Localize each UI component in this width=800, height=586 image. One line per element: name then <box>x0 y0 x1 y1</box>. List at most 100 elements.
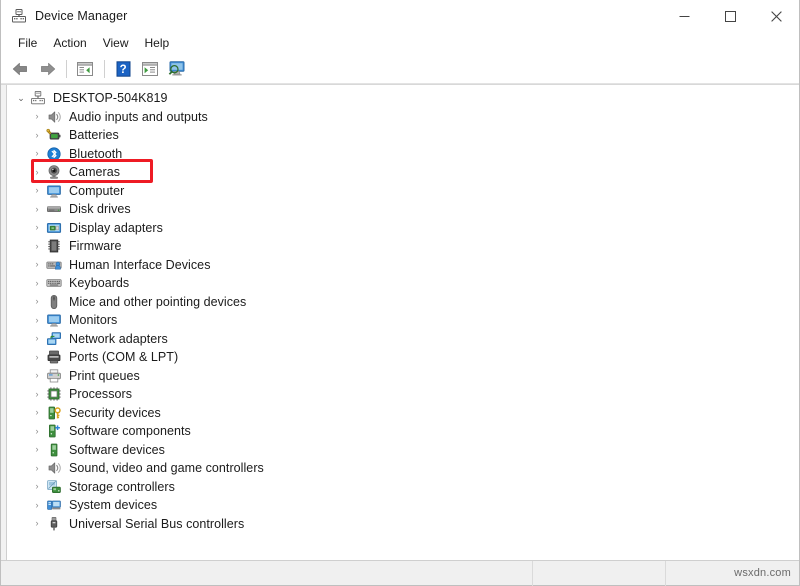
menu-file[interactable]: File <box>10 34 45 52</box>
monitor-icon <box>46 183 62 199</box>
chevron-right-icon[interactable]: › <box>29 164 45 180</box>
usb-icon <box>46 516 62 532</box>
chevron-right-icon[interactable]: › <box>29 238 45 254</box>
tree-item-print-queues[interactable]: › Print queues <box>7 367 799 386</box>
tree-item-bluetooth[interactable]: › Bluetooth <box>7 145 799 164</box>
menu-help[interactable]: Help <box>137 34 178 52</box>
tree-item-sound-video-and-game-controllers[interactable]: › Sound, video and game controllers <box>7 459 799 478</box>
chevron-right-icon[interactable]: › <box>29 201 45 217</box>
device-manager-icon <box>11 8 27 24</box>
help-question-icon: ? <box>116 61 131 77</box>
computer-root-icon <box>30 90 46 106</box>
status-pane-message <box>1 561 532 586</box>
network-adapter-icon <box>46 331 62 347</box>
maximize-button[interactable] <box>707 0 753 32</box>
tree-item-disk-drives[interactable]: › Disk drives <box>7 200 799 219</box>
chevron-right-icon[interactable]: › <box>29 386 45 402</box>
processor-icon <box>46 386 62 402</box>
chevron-right-icon[interactable]: › <box>29 275 45 291</box>
tree-item-label: Sound, video and game controllers <box>69 461 264 475</box>
forward-arrow-icon <box>39 62 56 76</box>
chevron-right-icon[interactable]: › <box>29 294 45 310</box>
hid-keyboard-icon <box>46 257 62 273</box>
chevron-right-icon[interactable]: › <box>29 442 45 458</box>
chevron-right-icon[interactable]: › <box>29 220 45 236</box>
software-component-icon <box>46 423 62 439</box>
tree-item-display-adapters[interactable]: › Display adapters <box>7 219 799 238</box>
content-area: ⌄ DESKTOP-504K819 <box>1 84 799 560</box>
scan-hardware-changes-button[interactable] <box>164 57 190 81</box>
chevron-right-icon[interactable]: › <box>29 460 45 476</box>
chevron-down-icon[interactable]: ⌄ <box>13 90 29 106</box>
firmware-chip-icon <box>46 238 62 254</box>
tree-item-label: Bluetooth <box>69 147 122 161</box>
tree-item-network-adapters[interactable]: › Network adapters <box>7 330 799 349</box>
tree-item-monitors[interactable]: › Monitors <box>7 311 799 330</box>
tree-item-label: Monitors <box>69 313 117 327</box>
chevron-right-icon[interactable]: › <box>29 405 45 421</box>
help-button[interactable]: ? <box>110 57 136 81</box>
tree-item-firmware[interactable]: › Firmware <box>7 237 799 256</box>
tree-item-security-devices[interactable]: › Security devices <box>7 404 799 423</box>
caption-button-group <box>661 0 799 32</box>
update-driver-button[interactable] <box>137 57 163 81</box>
tree-item-label: Network adapters <box>69 332 168 346</box>
tree-item-label: Universal Serial Bus controllers <box>69 517 244 531</box>
chevron-right-icon[interactable]: › <box>29 331 45 347</box>
tree-item-batteries[interactable]: › Batteries <box>7 126 799 145</box>
tree-item-mice-and-other-pointing-devices[interactable]: › Mice and other pointing devices <box>7 293 799 312</box>
chevron-right-icon[interactable]: › <box>29 497 45 513</box>
security-device-icon <box>46 405 62 421</box>
tree-item-ports[interactable]: › Ports (COM & LPT) <box>7 348 799 367</box>
chevron-right-icon[interactable]: › <box>29 349 45 365</box>
update-driver-icon <box>141 61 159 77</box>
tree-item-label: Print queues <box>69 369 140 383</box>
device-manager-window: Device Manager <box>0 0 800 586</box>
properties-button[interactable] <box>72 57 98 81</box>
forward-button[interactable] <box>34 57 60 81</box>
chevron-right-icon[interactable]: › <box>29 257 45 273</box>
toolbar-separator-2 <box>104 60 105 78</box>
speaker-icon <box>46 460 62 476</box>
chevron-right-icon[interactable]: › <box>29 146 45 162</box>
tree-item-label: Processors <box>69 387 132 401</box>
close-icon <box>771 11 782 22</box>
tree-item-universal-serial-bus-controllers[interactable]: › Universal Serial Bus controllers <box>7 515 799 534</box>
chevron-right-icon[interactable]: › <box>29 479 45 495</box>
tree-item-human-interface-devices[interactable]: › Human Interface Devices <box>7 256 799 275</box>
tree-item-keyboards[interactable]: › <box>7 274 799 293</box>
tree-item-storage-controllers[interactable]: › Storage controllers <box>7 478 799 497</box>
chevron-right-icon[interactable]: › <box>29 109 45 125</box>
status-pane-secondary <box>532 561 665 586</box>
tree-item-label: Mice and other pointing devices <box>69 295 246 309</box>
tree-item-root[interactable]: ⌄ DESKTOP-504K819 <box>7 89 799 108</box>
properties-icon <box>76 61 94 77</box>
chevron-right-icon[interactable]: › <box>29 127 45 143</box>
minimize-icon <box>679 11 690 22</box>
close-button[interactable] <box>753 0 799 32</box>
menu-view[interactable]: View <box>95 34 137 52</box>
chevron-right-icon[interactable]: › <box>29 312 45 328</box>
back-button[interactable] <box>7 57 33 81</box>
tree-item-label: Keyboards <box>69 276 129 290</box>
display-adapter-icon <box>46 220 62 236</box>
bluetooth-icon <box>46 146 62 162</box>
tree-item-label: Computer <box>69 184 124 198</box>
tree-item-computer[interactable]: › Computer <box>7 182 799 201</box>
status-bar: wsxdn.com <box>1 560 799 585</box>
tree-item-cameras[interactable]: › Cameras <box>7 163 799 182</box>
tree-item-processors[interactable]: › <box>7 385 799 404</box>
tree-item-audio-inputs-and-outputs[interactable]: › Audio inputs and outputs <box>7 108 799 127</box>
tree-item-system-devices[interactable]: › System devices <box>7 496 799 515</box>
keyboard-icon <box>46 275 62 291</box>
menu-action[interactable]: Action <box>45 34 94 52</box>
device-tree[interactable]: ⌄ DESKTOP-504K819 <box>7 85 799 560</box>
toolbar: ? <box>1 54 799 84</box>
chevron-right-icon[interactable]: › <box>29 183 45 199</box>
chevron-right-icon[interactable]: › <box>29 423 45 439</box>
tree-item-software-components[interactable]: › Software components <box>7 422 799 441</box>
chevron-right-icon[interactable]: › <box>29 516 45 532</box>
tree-item-software-devices[interactable]: › Software devices <box>7 441 799 460</box>
chevron-right-icon[interactable]: › <box>29 368 45 384</box>
minimize-button[interactable] <box>661 0 707 32</box>
